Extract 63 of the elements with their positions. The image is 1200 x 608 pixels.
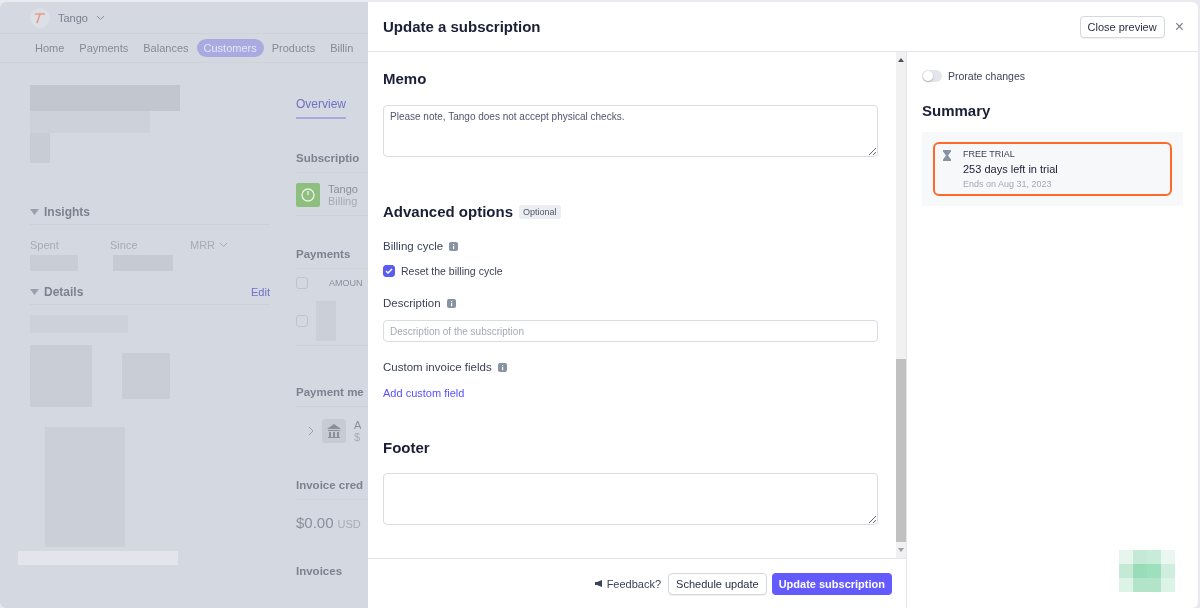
info-icon [497,362,507,372]
scrollbar[interactable] [896,52,906,558]
nav-tab[interactable]: Billin [323,39,361,57]
logo-icon[interactable] [30,7,50,28]
feedback-link[interactable]: Feedback? [593,577,662,590]
section-heading: Footer [383,439,431,456]
section-title: Details [44,284,84,299]
section-heading: Memo [383,70,428,87]
section-heading: Payments [296,248,352,260]
edit-link[interactable]: Edit [251,285,270,298]
toggle-label: Prorate changes [948,70,1026,82]
section-heading: Advanced options [383,203,513,220]
chevron-right-icon[interactable] [308,426,314,436]
trial-end-date: Ends on Aug 31, 2023 [963,179,1053,189]
optional-badge: Optional [519,204,561,219]
scroll-up-icon[interactable] [897,56,905,64]
section-heading: Summary [922,102,992,119]
toggle-switch[interactable] [922,70,942,82]
overview-tab[interactable]: Overview [296,97,346,119]
nav-tab[interactable]: Customers [196,39,264,57]
modal-title: Update a subscription [383,18,542,35]
trial-tag: FREE TRIAL [963,149,1058,159]
nav-tab[interactable]: Balances [136,39,196,57]
section-heading: Payment me [296,386,365,398]
chevron-down-icon[interactable] [219,242,229,248]
footer-field[interactable] [383,473,878,525]
close-button[interactable]: × [1174,17,1184,36]
add-custom-field-link[interactable]: Add custom field [383,387,465,399]
caret-icon [30,288,39,295]
subscription-name: Tango [328,183,358,195]
info-icon [446,298,456,308]
payment-method-name: A [354,419,362,431]
checkbox-label: Reset the billing cycle [401,265,503,277]
scroll-down-icon[interactable] [897,546,905,554]
column-header: AMOUN [329,278,363,288]
info-icon [449,241,459,251]
credit-amount: $0.00 [296,514,334,531]
clock-icon [296,183,320,207]
section-title: Insights [44,204,90,219]
memo-field[interactable]: Please note, Tango does not accept physical checks. [383,105,878,157]
close-preview-button[interactable]: Close preview [1079,15,1165,38]
nav-tab[interactable]: Payments [72,39,136,57]
schedule-update-button[interactable]: Schedule update [668,572,767,595]
field-label: Description [383,297,441,309]
section-heading: Invoices [296,565,344,577]
update-subscription-button[interactable]: Update subscription [771,572,892,595]
hourglass-icon [943,150,951,161]
blurred-block [1119,550,1175,592]
description-field[interactable]: Description of the subscription [383,320,878,342]
section-heading: Invoice cred [296,479,365,491]
section-heading: Subscriptio [296,152,361,164]
field-label: Billing cycle [383,240,444,252]
megaphone-icon [593,579,604,588]
account-name[interactable]: Tango [58,11,88,24]
nav-tab[interactable]: Home [28,39,72,57]
nav-tab[interactable]: Products [264,39,323,57]
payment-method-detail: $ [354,431,362,443]
bank-icon [322,419,346,443]
chevron-down-icon[interactable] [96,14,105,21]
trial-title: 253 days left in trial [963,163,1058,175]
caret-icon [30,208,39,215]
checkbox[interactable] [383,265,395,277]
field-label: Custom invoice fields [383,361,492,373]
